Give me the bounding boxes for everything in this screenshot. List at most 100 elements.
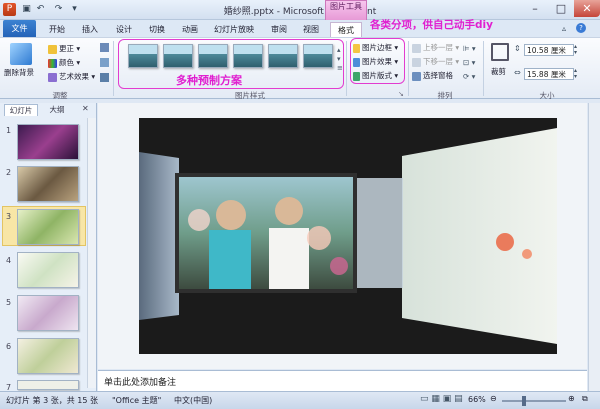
tab-view[interactable]: 视图 [297, 22, 325, 37]
picture-border-icon [353, 43, 360, 53]
customize-quick-access-icon[interactable]: ▾ [68, 3, 81, 16]
picture-effects-button[interactable]: 图片效果 ▾ [353, 56, 398, 67]
remove-background-button[interactable]: 删除背景 [4, 67, 34, 78]
slide-thumbnail-2[interactable] [17, 166, 79, 202]
photo-face [275, 197, 303, 225]
balloon [188, 209, 210, 231]
zoom-in-button[interactable]: ⊕ [568, 394, 575, 403]
slide-thumbnail-3[interactable] [17, 209, 79, 245]
tab-insert[interactable]: 插入 [76, 22, 104, 37]
tab-design[interactable]: 设计 [110, 22, 138, 37]
height-field[interactable]: 10.58 厘米 [524, 44, 574, 56]
adjust-group-label: 调整 [52, 91, 68, 100]
slide-thumbnail-5[interactable] [17, 295, 79, 331]
dialog-launcher-icon[interactable]: ↘ [398, 90, 404, 98]
photo-shirt [209, 230, 251, 289]
style-thumb-2[interactable] [163, 44, 193, 68]
slide-scrollbar[interactable] [588, 103, 600, 391]
slide-thumbnail-6[interactable] [17, 338, 79, 374]
remove-background-icon[interactable] [10, 43, 32, 65]
tab-slideshow[interactable]: 幻灯片放映 [209, 22, 259, 37]
slide-3d-gallery[interactable] [139, 118, 557, 354]
status-bar: 幻灯片 第 3 张，共 15 张 "Office 主题" 中文(中国) ▭ ▦ … [0, 391, 600, 409]
picture-border-button[interactable]: 图片边框 ▾ [353, 42, 398, 53]
slide-number: 4 [6, 256, 12, 265]
tab-slides-panel[interactable]: 幻灯片 [4, 104, 38, 116]
tab-format[interactable]: 格式 [330, 22, 362, 37]
tab-animations[interactable]: 动画 [176, 22, 204, 37]
gallery-scroll-icon[interactable]: ▴ ▾ ≡ [337, 46, 343, 73]
artistic-effects-icon [48, 72, 57, 82]
reset-picture-icon[interactable] [100, 73, 109, 82]
corrections-button[interactable]: 更正 ▾ [48, 43, 80, 54]
artistic-effects-button[interactable]: 艺术效果 ▾ [48, 71, 95, 82]
picture-styles-group-label: 图片样式 [235, 91, 265, 100]
selection-pane-icon [412, 71, 421, 81]
color-button[interactable]: 颜色 ▾ [48, 57, 80, 68]
right-wall-photo [402, 128, 557, 344]
bring-forward-icon [412, 43, 421, 53]
fit-window-icon[interactable]: ⧉ [582, 394, 588, 404]
send-backward-button[interactable]: 下移一层 ▾ [412, 56, 459, 67]
notes-pane[interactable]: 单击此处添加备注 [98, 370, 587, 391]
picture-layout-icon [353, 71, 360, 81]
slide-number: 1 [6, 126, 12, 135]
size-group-label: 大小 [539, 91, 555, 100]
zoom-slider-thumb[interactable] [522, 396, 526, 406]
redo-icon[interactable]: ↷ [52, 3, 65, 16]
selection-pane-button[interactable]: 选择窗格 [412, 70, 453, 81]
height-icon: ⇕ [514, 44, 521, 53]
picture-tools-context-label: 图片工具 [325, 0, 367, 20]
side-photo-strip [357, 178, 403, 288]
close-button[interactable]: ✕ [574, 0, 600, 17]
undo-icon[interactable]: ↶ [34, 3, 47, 16]
zoom-slider[interactable] [502, 400, 566, 402]
slide-number: 3 [6, 212, 12, 221]
view-buttons-icon[interactable]: ▭ ▦ ▣ ▤ [420, 394, 463, 404]
height-spinner[interactable]: ▴ ▾ [574, 44, 577, 56]
zoom-out-button[interactable]: ⊖ [490, 394, 497, 403]
zoom-level[interactable]: 66% [468, 395, 486, 404]
corrections-icon [48, 44, 57, 54]
tab-review[interactable]: 审阅 [265, 22, 293, 37]
change-picture-icon[interactable] [100, 58, 109, 67]
maximize-button[interactable]: □ [548, 0, 574, 17]
picture-layout-button[interactable]: 图片版式 ▾ [353, 70, 398, 81]
tab-transitions[interactable]: 切换 [143, 22, 171, 37]
stamp-badge [330, 257, 348, 275]
slides-panel-scrollbar[interactable] [87, 118, 96, 388]
picture-effects-icon [353, 57, 360, 67]
style-thumb-1[interactable] [128, 44, 158, 68]
width-icon: ⇔ [514, 68, 521, 77]
bring-forward-button[interactable]: 上移一层 ▾ [412, 42, 459, 53]
width-spinner[interactable]: ▴ ▾ [574, 68, 577, 80]
crop-icon[interactable] [491, 43, 509, 61]
slide-thumbnail-1[interactable] [17, 124, 79, 160]
compress-pictures-icon[interactable] [100, 43, 109, 52]
ribbon-separator [483, 41, 484, 96]
save-icon[interactable]: ▣ [20, 3, 33, 16]
style-thumb-4[interactable] [233, 44, 263, 68]
style-thumb-3[interactable] [198, 44, 228, 68]
width-field[interactable]: 15.88 厘米 [524, 68, 574, 80]
app-logo-icon[interactable]: P [3, 3, 16, 16]
theme-status[interactable]: "Office 主题" [112, 395, 161, 406]
tab-home[interactable]: 开始 [43, 22, 71, 37]
flower-decoration [522, 249, 532, 259]
minimize-ribbon-icon[interactable]: ▵ [562, 24, 566, 33]
style-thumb-5[interactable] [268, 44, 298, 68]
slide-thumbnail-4[interactable] [17, 252, 79, 288]
flower-decoration [496, 233, 514, 251]
language-status[interactable]: 中文(中国) [174, 395, 212, 406]
crop-button[interactable]: 裁剪 [491, 66, 506, 77]
close-panel-icon[interactable]: ✕ [82, 104, 89, 113]
styles-annotation-text: 多种预制方案 [176, 74, 242, 87]
minimize-button[interactable]: – [522, 0, 548, 17]
tab-file[interactable]: 文件 [3, 20, 36, 37]
style-thumb-6[interactable] [303, 44, 333, 68]
help-icon[interactable]: ? [576, 23, 586, 33]
send-backward-icon [412, 57, 421, 67]
align-group-icons[interactable]: ⊫ ▾ ⊡ ▾ ⟳ ▾ [463, 42, 476, 84]
tab-outline-panel[interactable]: 大纲 [42, 104, 72, 116]
slide-thumbnail-7[interactable] [17, 380, 79, 390]
